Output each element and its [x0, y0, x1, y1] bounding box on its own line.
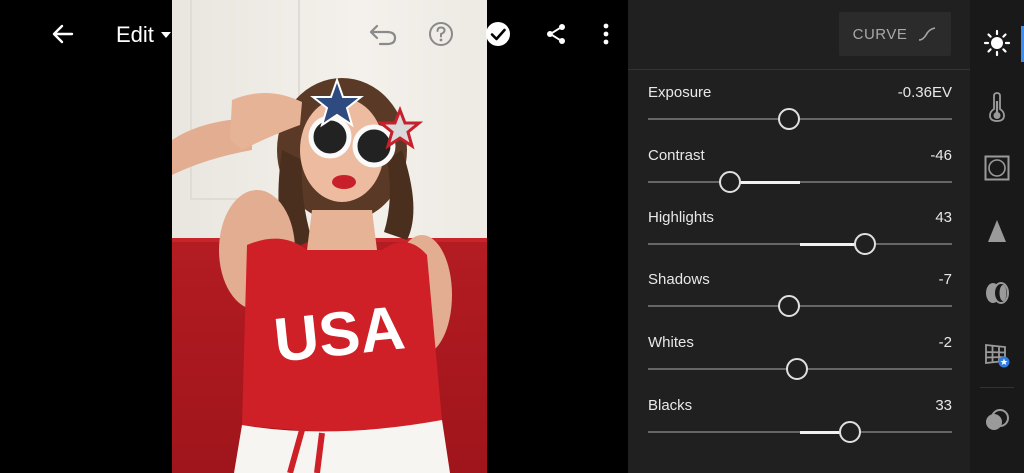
more-options-button[interactable]: [589, 17, 623, 51]
light-panel: CURVE Exposure -0.36EV Contrast -46 High…: [628, 0, 970, 473]
checkmark-circle-icon: [486, 22, 510, 46]
help-button[interactable]: [424, 17, 458, 51]
tool-rail: [970, 0, 1024, 473]
curve-icon: [919, 27, 936, 41]
edit-mode-label: Edit: [116, 22, 154, 47]
slider-value[interactable]: -2: [939, 334, 952, 351]
more-vertical-icon: [603, 23, 609, 45]
slider-value[interactable]: -0.36EV: [898, 84, 952, 101]
masking-tool-button[interactable]: [978, 402, 1016, 440]
blacks-slider[interactable]: Blacks 33: [648, 397, 952, 447]
light-tool-button[interactable]: [978, 24, 1016, 62]
slider-knob[interactable]: [778, 295, 801, 317]
undo-icon: [369, 24, 397, 46]
color-tool-button[interactable]: [978, 88, 1016, 126]
mask-icon: [986, 409, 1009, 430]
slider-label: Whites: [648, 334, 694, 351]
slider-label: Exposure: [648, 84, 712, 101]
slider-value[interactable]: -46: [930, 147, 952, 164]
highlights-slider[interactable]: Highlights 43: [648, 209, 952, 259]
slider-label: Contrast: [648, 147, 705, 164]
back-button[interactable]: [46, 17, 80, 51]
geometry-tool-button[interactable]: [978, 336, 1016, 374]
slider-knob[interactable]: [839, 421, 862, 443]
rail-divider: [980, 387, 1014, 388]
slider-value[interactable]: 33: [935, 397, 952, 414]
slider-knob[interactable]: [785, 358, 808, 380]
slider-knob[interactable]: [854, 233, 877, 255]
share-button[interactable]: [539, 17, 573, 51]
slider-label: Blacks: [648, 397, 693, 414]
slider-knob[interactable]: [719, 171, 742, 193]
slider-label: Shadows: [648, 271, 710, 288]
back-arrow-icon: [52, 24, 74, 44]
slider-track[interactable]: [648, 181, 952, 183]
slider-value[interactable]: 43: [935, 209, 952, 226]
detail-tool-button[interactable]: [978, 212, 1016, 250]
optics-tool-button[interactable]: [978, 274, 1016, 312]
help-icon: [429, 22, 453, 46]
caret-down-icon: [160, 32, 171, 38]
presets-icon: [985, 344, 1010, 368]
panel-header: CURVE: [628, 0, 970, 70]
photo-canvas[interactable]: USA: [0, 0, 628, 473]
slider-label: Highlights: [648, 209, 714, 226]
slider-knob[interactable]: [778, 108, 801, 130]
curve-button[interactable]: CURVE: [839, 12, 951, 56]
sharpen-icon: [988, 220, 1006, 242]
shadows-slider[interactable]: Shadows -7: [648, 271, 952, 321]
contrast-slider[interactable]: Contrast -46: [648, 147, 952, 197]
shirt-text: USA: [271, 293, 408, 375]
effects-tool-button[interactable]: [978, 149, 1016, 187]
curve-label: CURVE: [852, 25, 908, 43]
whites-slider[interactable]: Whites -2: [648, 334, 952, 384]
light-icon: [983, 29, 1011, 57]
slider-value[interactable]: -7: [939, 271, 952, 288]
share-icon: [547, 24, 565, 44]
done-button[interactable]: [481, 17, 515, 51]
vignette-icon: [984, 155, 1010, 181]
undo-button[interactable]: [366, 17, 400, 51]
photo-subject: USA: [172, 76, 452, 473]
exposure-slider[interactable]: Exposure -0.36EV: [648, 84, 952, 134]
lens-icon: [986, 282, 1009, 304]
thermometer-icon: [989, 92, 1005, 122]
top-toolbar: Edit: [0, 0, 628, 68]
edit-mode-dropdown[interactable]: Edit: [116, 20, 172, 50]
edited-photo: USA: [172, 0, 487, 473]
